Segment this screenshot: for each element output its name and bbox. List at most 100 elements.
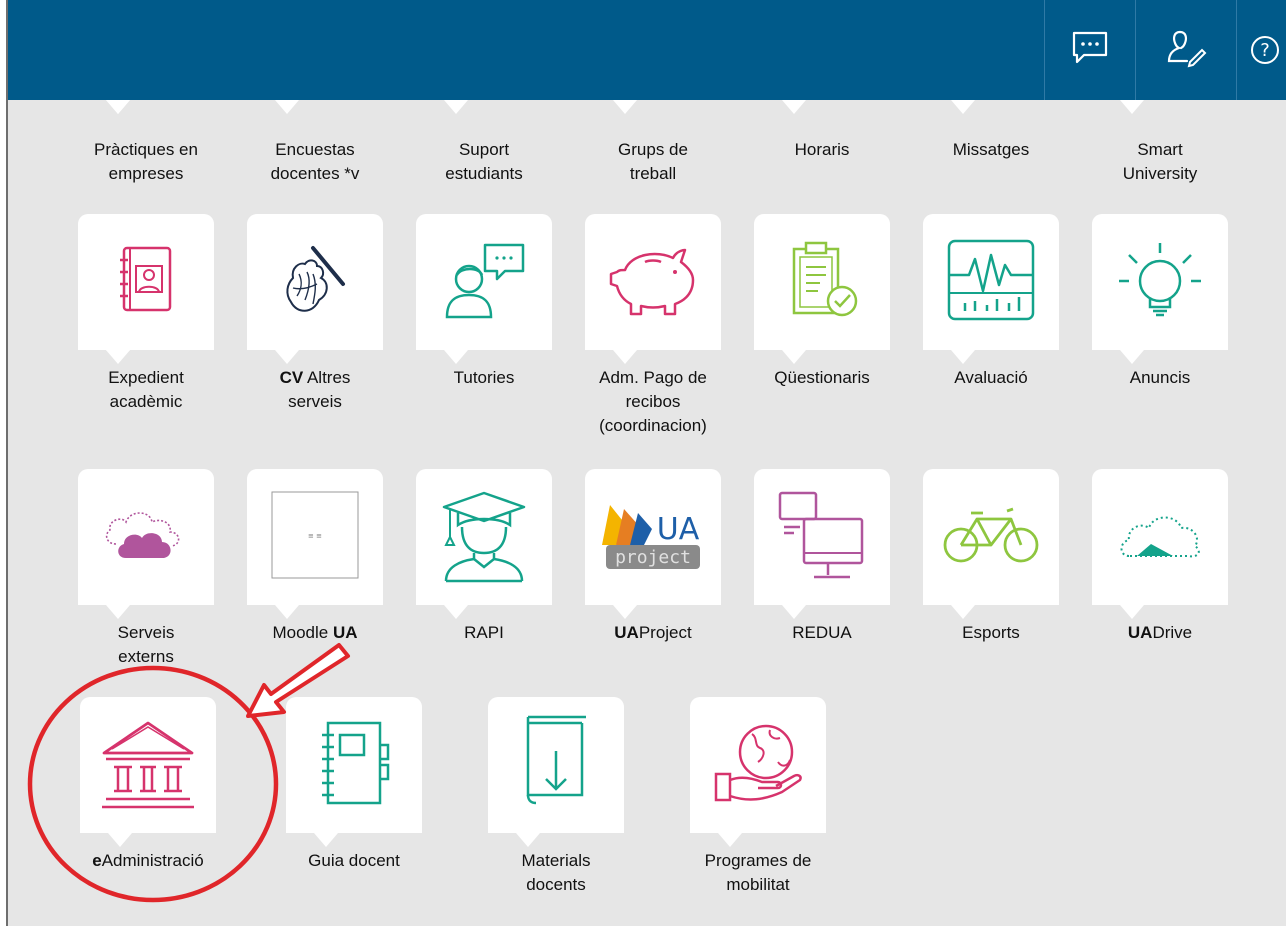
tile-notch <box>585 350 721 364</box>
chat-icon <box>1070 30 1110 71</box>
tile-label: Missatges <box>952 140 1030 159</box>
tile-card <box>1092 469 1228 605</box>
top-tile-1[interactable]: Encuestas docentes *v <box>225 138 405 186</box>
tile-label: Pràctiques en <box>94 140 198 159</box>
tile-notch <box>585 100 721 114</box>
tile-notch <box>416 605 552 619</box>
header-separator <box>1236 0 1237 100</box>
svg-text:project: project <box>615 547 691 568</box>
profile-button[interactable] <box>1136 0 1236 100</box>
tile-card <box>286 697 422 833</box>
tile-questionaris[interactable]: Qüestionaris <box>754 214 890 387</box>
tile-card <box>78 214 214 350</box>
tile-notch <box>78 100 214 114</box>
tile-anuncis[interactable]: Anuncis <box>1092 214 1228 387</box>
tile-notch <box>286 833 422 847</box>
top-tile-5[interactable]: Missatges <box>901 138 1081 162</box>
tile-card: UA project <box>585 469 721 605</box>
tile-esports[interactable]: Esports <box>923 469 1059 642</box>
tile-label: UADrive <box>1127 623 1193 642</box>
tile-tutories[interactable]: Tutories <box>416 214 552 387</box>
user-edit-icon <box>1164 28 1208 73</box>
tile-redua[interactable]: REDUA <box>754 469 890 642</box>
monitor-chart-icon <box>943 235 1039 330</box>
clouds-icon <box>96 500 196 575</box>
tile-label: externs <box>118 647 174 666</box>
tile-label: Anuncis <box>1129 368 1191 387</box>
tile-label: Guia docent <box>308 851 400 870</box>
tile-adm-pago-recibos[interactable]: Adm. Pago de recibos (coordinacion) <box>585 214 721 435</box>
top-tile-0[interactable]: Pràctiques en empreses <box>56 138 236 186</box>
tile-card <box>416 214 552 350</box>
tile-label: Grups de <box>618 140 688 159</box>
tile-notch <box>247 350 383 364</box>
tile-card <box>488 697 624 833</box>
tile-label: docents <box>526 875 586 894</box>
tile-card <box>80 697 216 833</box>
app-grid: Expedient acadèmic CV Altres serveis Tutor… <box>8 100 1286 926</box>
piggy-bank-icon <box>605 240 701 325</box>
tile-card <box>247 214 383 350</box>
tile-uadrive[interactable]: UADrive <box>1092 469 1228 642</box>
tile-avaluacio[interactable]: Avaluació <box>923 214 1059 387</box>
tile-rapi[interactable]: RAPI <box>416 469 552 642</box>
tile-label: eAdministració <box>92 851 204 870</box>
tile-label: Horaris <box>794 140 850 159</box>
messages-button[interactable] <box>1045 0 1135 100</box>
tile-card <box>923 214 1059 350</box>
tile-notch <box>247 100 383 114</box>
computers-icon <box>774 487 870 588</box>
lightbulb-icon <box>1115 235 1205 330</box>
tile-label: acadèmic <box>109 392 183 411</box>
tile-label: RAPI <box>464 623 504 642</box>
tile-notch <box>923 100 1059 114</box>
tile-card <box>585 214 721 350</box>
tile-card <box>416 469 552 605</box>
tile-materials-docents[interactable]: Materials docents <box>488 697 624 894</box>
tile-notch <box>754 100 890 114</box>
top-tile-2[interactable]: Suport estudiants <box>394 138 574 186</box>
tile-notch <box>1092 605 1228 619</box>
tile-uaproject[interactable]: UA project UAProject <box>585 469 721 642</box>
top-tile-4[interactable]: Horaris <box>732 138 912 162</box>
help-icon: ? <box>1251 36 1279 64</box>
tile-eadministracio[interactable]: eAdministració <box>80 697 216 870</box>
tile-label: treball <box>629 164 677 183</box>
tile-label: University <box>1122 164 1198 183</box>
address-book-icon <box>106 240 186 325</box>
tile-label: Tutories <box>453 368 515 387</box>
tile-label: Esports <box>962 623 1020 642</box>
tile-notch <box>247 605 383 619</box>
tutor-chat-icon <box>439 237 529 328</box>
tile-card <box>754 469 890 605</box>
tile-cv-altres-serveis[interactable]: CV Altres serveis <box>247 214 383 411</box>
tile-moodle-ua[interactable]: ≡ ≡ Moodle UA <box>247 469 383 642</box>
tile-notch <box>416 350 552 364</box>
tile-label: (coordinacion) <box>599 416 707 435</box>
globe-hand-icon <box>708 718 808 813</box>
top-tile-6[interactable]: Smart University <box>1070 138 1250 186</box>
tile-expedient[interactable]: Expedient acadèmic <box>78 214 214 411</box>
tile-notch <box>923 350 1059 364</box>
notebook-icon <box>314 715 394 816</box>
tile-card <box>754 214 890 350</box>
tile-notch <box>754 605 890 619</box>
tile-label: Adm. Pago de <box>599 368 707 387</box>
tile-card <box>1092 214 1228 350</box>
top-bar: ? <box>8 0 1286 100</box>
tile-label: UAProject <box>614 623 692 642</box>
help-button[interactable]: ? <box>1244 0 1286 100</box>
cloud-drive-icon <box>1115 500 1205 575</box>
clipboard-check-icon <box>780 235 864 330</box>
tile-label: Moodle UA <box>272 623 358 642</box>
tile-label: serveis <box>288 392 342 411</box>
tile-guia-docent[interactable]: Guia docent <box>286 697 422 870</box>
top-tile-3[interactable]: Grups de treball <box>563 138 743 186</box>
tile-notch <box>488 833 624 847</box>
tile-label: Qüestionaris <box>774 368 870 387</box>
tile-serveis-externs[interactable]: Serveis externs <box>78 469 214 666</box>
tile-notch <box>754 350 890 364</box>
tile-programes-mobilitat[interactable]: Programes de mobilitat <box>690 697 826 894</box>
tile-label: Avaluació <box>954 368 1028 387</box>
tile-label: Programes de <box>704 851 812 870</box>
